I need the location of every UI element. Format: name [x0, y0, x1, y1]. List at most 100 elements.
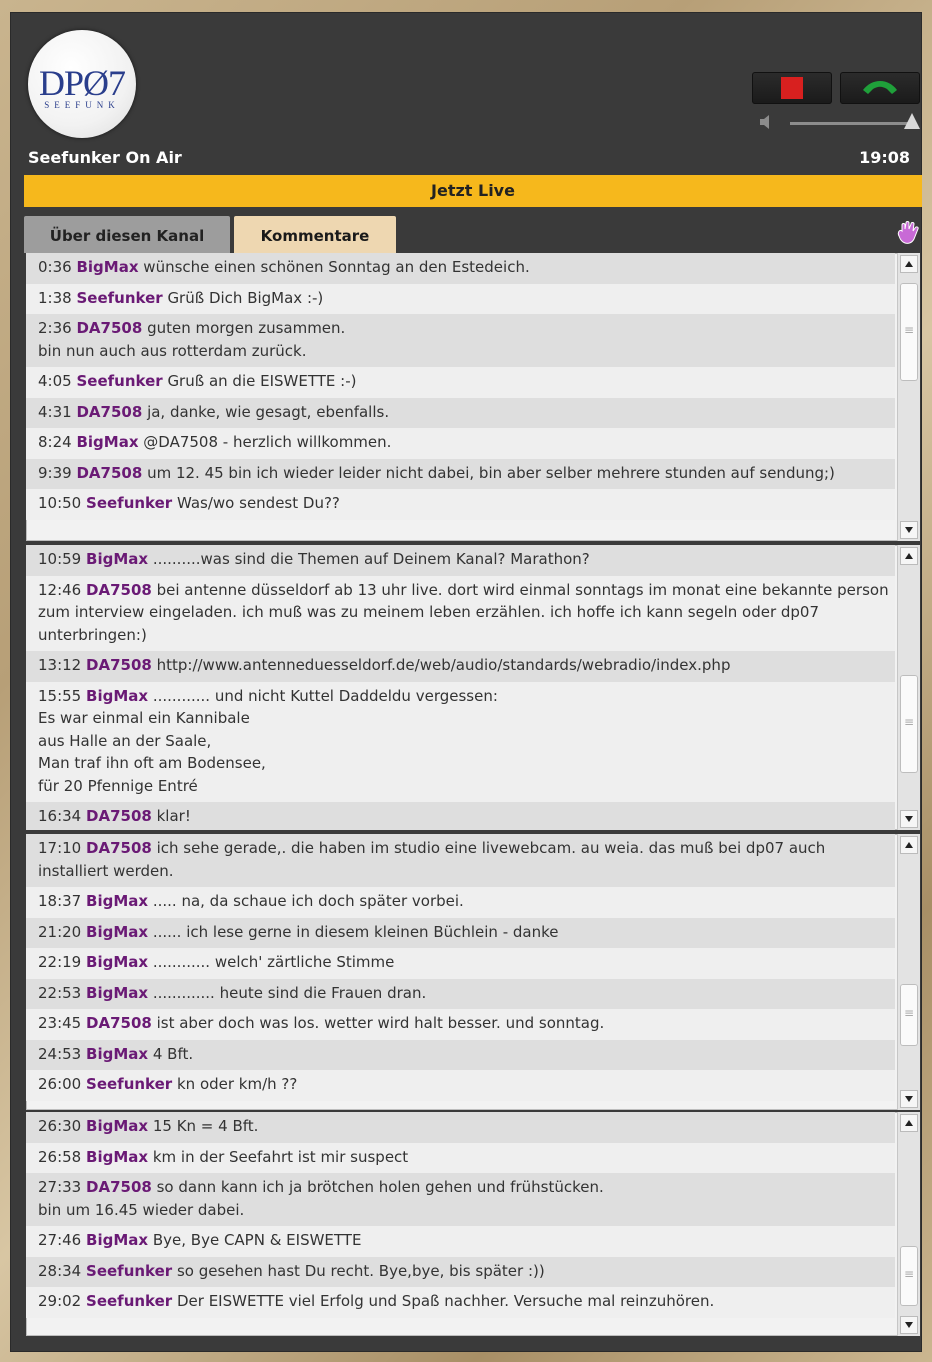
comment-user[interactable]: Seefunker: [86, 1075, 172, 1093]
comment-text: Der EISWETTE viel Erfolg und Spaß nachhe…: [176, 1292, 715, 1310]
comment-time: 26:58: [38, 1147, 82, 1166]
comment-text: ich sehe gerade,. die haben im studio ei…: [38, 839, 826, 880]
comment-user[interactable]: Seefunker: [86, 1292, 172, 1310]
comment-user[interactable]: BigMax: [86, 984, 148, 1002]
speaker-icon[interactable]: [758, 113, 776, 131]
comments-panel-1[interactable]: 0:36 BigMax wünsche einen schönen Sonnta…: [26, 253, 920, 541]
comment-user[interactable]: DA7508: [86, 839, 152, 857]
comment-text: Was/wo sendest Du??: [176, 494, 340, 512]
comment-user[interactable]: DA7508: [86, 581, 152, 599]
comment-time: 1:38: [38, 288, 72, 307]
comment-time: 29:02: [38, 1292, 82, 1310]
comment-row: 29:02 Seefunker Der EISWETTE viel Erfolg…: [26, 1287, 895, 1318]
comment-user[interactable]: BigMax: [86, 1231, 148, 1249]
logo-text: DPØ7: [38, 63, 126, 103]
comment-time: 16:34: [38, 807, 82, 825]
comment-row: 13:12 DA7508 http://www.antenneduesseldo…: [26, 651, 895, 682]
comment-user[interactable]: BigMax: [76, 433, 138, 451]
comment-user[interactable]: DA7508: [86, 656, 152, 674]
comment-text: ............. heute sind die Frauen dran…: [152, 983, 427, 1002]
comment-text: klar!: [156, 807, 191, 825]
comment-row: 21:20 BigMax ...... ich lese gerne in di…: [26, 917, 895, 948]
scroll-down-button[interactable]: [900, 1090, 918, 1108]
comment-row: 10:59 BigMax ..........was sind die Them…: [26, 545, 895, 576]
comments-panel-2[interactable]: 10:59 BigMax ..........was sind die Them…: [26, 545, 920, 830]
comment-user[interactable]: BigMax: [86, 1045, 148, 1063]
comment-row: 16:34 DA7508 klar!: [26, 802, 895, 830]
comment-user[interactable]: BigMax: [86, 923, 148, 941]
scrollbar[interactable]: [898, 253, 920, 541]
phone-icon: [863, 81, 897, 94]
scrollbar[interactable]: [898, 545, 920, 830]
scrollbar[interactable]: [898, 834, 920, 1110]
scroll-up-button[interactable]: [900, 1114, 918, 1132]
comment-user[interactable]: Seefunker: [86, 1262, 172, 1280]
comment-text: kn oder km/h ??: [176, 1075, 298, 1093]
scroll-up-button[interactable]: [900, 547, 918, 565]
comment-row: 2:36 DA7508 guten morgen zusammen. bin n…: [26, 314, 895, 367]
comment-user[interactable]: BigMax: [86, 550, 148, 568]
stop-button[interactable]: [752, 72, 832, 104]
scroll-thumb[interactable]: [900, 283, 918, 381]
station-logo: DPØ7 SEEFUNK: [28, 30, 136, 138]
comment-row: 4:31 DA7508 ja, danke, wie gesagt, ebenf…: [26, 397, 895, 428]
comment-user[interactable]: BigMax: [86, 1148, 148, 1166]
comment-user[interactable]: DA7508: [86, 807, 152, 825]
comment-text: @DA7508 - herzlich willkommen.: [143, 433, 392, 451]
scroll-down-button[interactable]: [900, 1316, 918, 1334]
comment-user[interactable]: DA7508: [76, 319, 142, 337]
tab-about-channel[interactable]: Über diesen Kanal: [24, 216, 230, 253]
comment-user[interactable]: BigMax: [86, 892, 148, 910]
scroll-down-button[interactable]: [900, 521, 918, 539]
comment-user[interactable]: BigMax: [86, 1117, 148, 1135]
comment-user[interactable]: DA7508: [76, 464, 142, 482]
call-button[interactable]: [840, 72, 920, 104]
comment-time: 10:59: [38, 550, 82, 568]
comment-user[interactable]: Seefunker: [76, 372, 162, 390]
volume-thumb[interactable]: [904, 113, 920, 129]
comment-text: Gruß an die EISWETTE :-): [167, 372, 357, 390]
comment-text: 4 Bft.: [152, 1044, 194, 1063]
comment-user[interactable]: Seefunker: [86, 494, 172, 512]
scroll-down-button[interactable]: [900, 810, 918, 828]
comment-text: wünsche einen schönen Sonntag an den Est…: [143, 258, 530, 276]
comment-row: 27:33 DA7508 so dann kann ich ja brötche…: [26, 1173, 895, 1226]
logo-subtext: SEEFUNK: [44, 100, 120, 110]
scroll-thumb[interactable]: [900, 675, 918, 773]
comment-time: 4:31: [38, 402, 72, 421]
scrollbar[interactable]: [898, 1112, 920, 1336]
comment-row: 17:10 DA7508 ich sehe gerade,. die haben…: [26, 834, 895, 887]
comment-user[interactable]: BigMax: [76, 258, 138, 276]
scroll-up-button[interactable]: [900, 255, 918, 273]
comments-panel-4[interactable]: 26:30 BigMax 15 Kn = 4 Bft. 26:58 BigMax …: [26, 1112, 920, 1336]
comment-row: 28:34 Seefunker so gesehen hast Du recht…: [26, 1256, 895, 1287]
comment-time: 26:00: [38, 1075, 82, 1093]
comment-row: 26:58 BigMax km in der Seefahrt ist mir …: [26, 1142, 895, 1173]
comment-row: 27:46 BigMax Bye, Bye CAPN & EISWETTE: [26, 1226, 895, 1257]
tab-comments[interactable]: Kommentare: [234, 216, 396, 253]
comment-time: 4:05: [38, 372, 72, 390]
comment-text: ..........was sind die Themen auf Deinem…: [152, 550, 590, 568]
scroll-up-button[interactable]: [900, 836, 918, 854]
comment-user[interactable]: Seefunker: [76, 289, 162, 307]
volume-slider[interactable]: [790, 122, 910, 125]
scroll-thumb[interactable]: [900, 1246, 918, 1306]
comments-panel-3[interactable]: 17:10 DA7508 ich sehe gerade,. die haben…: [26, 834, 920, 1110]
scroll-thumb[interactable]: [900, 984, 918, 1046]
comment-user[interactable]: DA7508: [76, 403, 142, 421]
comment-user[interactable]: BigMax: [86, 687, 148, 705]
comment-row: 8:24 BigMax @DA7508 - herzlich willkomme…: [26, 428, 895, 459]
comment-text: 15 Kn = 4 Bft.: [152, 1117, 259, 1135]
comment-user[interactable]: BigMax: [86, 953, 148, 971]
comment-time: 28:34: [38, 1261, 82, 1280]
comment-user[interactable]: DA7508: [86, 1178, 152, 1196]
comment-time: 26:30: [38, 1117, 82, 1135]
comment-row: 26:00 Seefunker kn oder km/h ??: [26, 1070, 895, 1101]
comment-time: 24:53: [38, 1044, 82, 1063]
comment-text: um 12. 45 bin ich wieder leider nicht da…: [147, 463, 835, 482]
station-name: Seefunker On Air: [28, 148, 182, 167]
comment-time: 9:39: [38, 463, 72, 482]
comment-time: 21:20: [38, 922, 82, 941]
comment-user[interactable]: DA7508: [86, 1014, 152, 1032]
hand-icon[interactable]: [894, 220, 920, 246]
